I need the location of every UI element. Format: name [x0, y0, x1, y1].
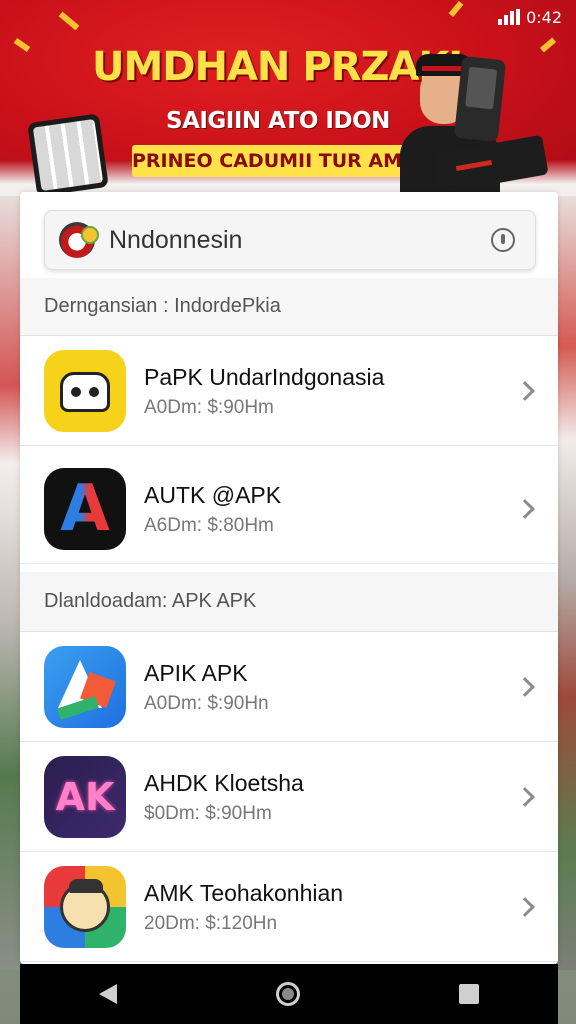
blue-arrow-icon [44, 645, 126, 728]
search-bar[interactable]: Nndonnesin [44, 210, 536, 270]
home-icon[interactable] [275, 982, 300, 1006]
app-name: APIK APK [144, 659, 248, 686]
app-meta: A0Dm: $:90Hn [144, 692, 269, 714]
banner-ribbon: PRINEO CADUMII TUR AMII [132, 145, 412, 177]
back-icon[interactable] [99, 984, 118, 1004]
app-meta: 20Dm: $:120Hn [144, 912, 278, 934]
list-item[interactable]: AMK Teohakonhian 20Dm: $:120Hn [20, 852, 558, 962]
chevron-right-icon [515, 676, 535, 697]
section-header: Dlanldoadam: APK APK [20, 572, 558, 632]
signal-icon [498, 9, 521, 25]
confetti [448, 0, 464, 18]
status-time: 0:42 [526, 7, 562, 27]
chevron-right-icon [515, 896, 535, 917]
app-name: AMK Teohakonhian [144, 879, 344, 906]
phone-illustration [27, 113, 109, 196]
ak-letter-icon: AK [44, 755, 126, 838]
app-meta: A0Dm: $:90Hm [144, 396, 274, 418]
chevron-right-icon [515, 498, 535, 519]
search-input[interactable]: Nndonnesin [109, 226, 491, 255]
yellow-car-icon [44, 349, 126, 432]
app-name: AHDK Kloetsha [144, 769, 304, 796]
confetti [539, 37, 557, 53]
location-icon[interactable] [491, 228, 515, 252]
list-item[interactable]: A AUTK @APK A6Dm: $:80Hm [20, 454, 558, 564]
a-letter-icon: A [44, 467, 126, 550]
character-face-icon [44, 865, 126, 948]
banner-title: UMDHAN PRZAKI [92, 44, 463, 90]
list-item[interactable]: AK AHDK Kloetsha $0Dm: $:90Hm [20, 742, 558, 852]
promo-banner[interactable]: UMDHAN PRZAKI SAIGIIN ATO IDON PRINEO CA… [0, 0, 576, 196]
app-meta: A6Dm: $:80Hm [144, 514, 274, 536]
app-name: PaPK UndarIndgonasia [144, 363, 385, 390]
banner-subtitle: SAIGIIN ATO IDON [166, 108, 390, 134]
system-nav-bar [20, 964, 558, 1024]
chevron-right-icon [515, 380, 535, 401]
list-item[interactable]: PaPK UndarIndgonasia A0Dm: $:90Hm [20, 336, 558, 446]
chevron-right-icon [515, 786, 535, 807]
avatar[interactable] [59, 222, 99, 258]
confetti [13, 37, 31, 53]
recents-icon[interactable] [458, 984, 479, 1004]
app-list-card: Nndonnesin Derngansian : IndordePkia PaP… [20, 192, 558, 964]
status-bar: 0:42 [498, 6, 562, 28]
confetti [58, 11, 80, 31]
app-meta: $0Dm: $:90Hm [144, 802, 272, 824]
device-illustration [453, 55, 507, 143]
app-name: AUTK @APK [144, 481, 282, 508]
background-left [0, 190, 22, 970]
section-header: Derngansian : IndordePkia [20, 278, 558, 336]
background-right [556, 190, 576, 970]
list-item[interactable]: APIK APK A0Dm: $:90Hn [20, 632, 558, 742]
